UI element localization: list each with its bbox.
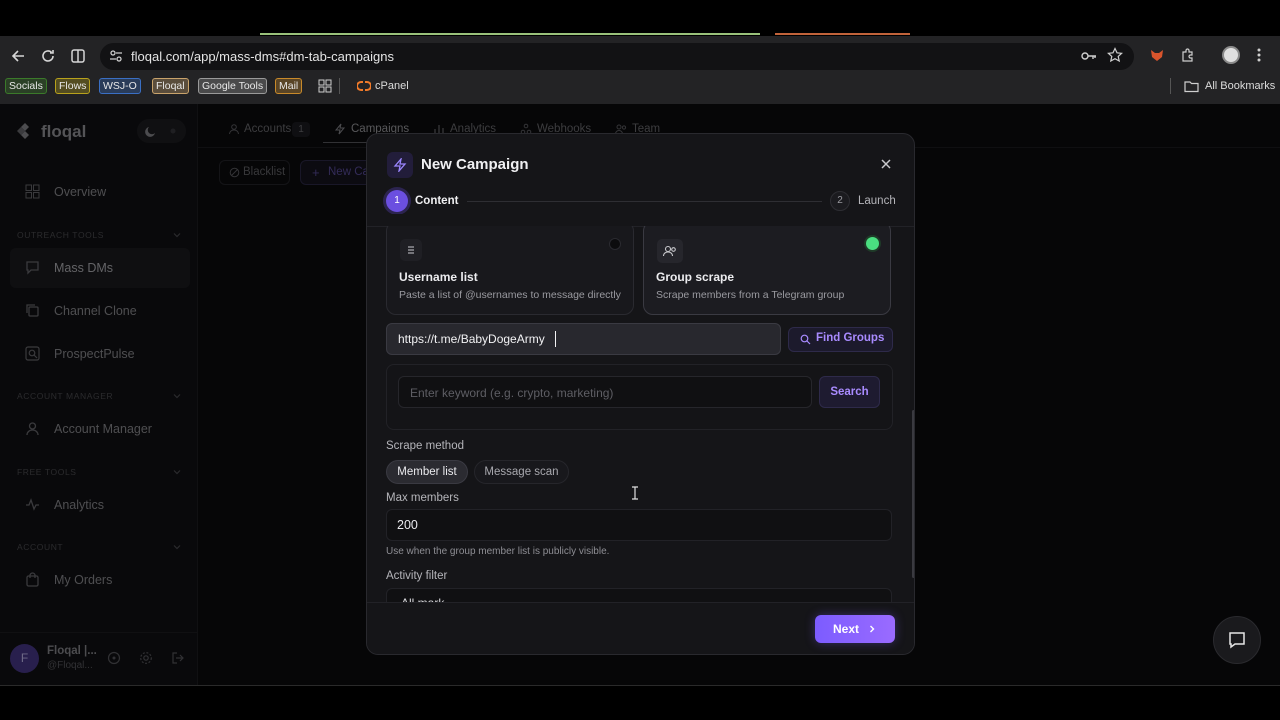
bookmark-socials[interactable]: Socials [5, 78, 47, 94]
next-label: Next [833, 622, 860, 636]
group-scrape-selected-indicator[interactable] [866, 237, 879, 250]
max-members-value: 200 [397, 518, 418, 532]
cpanel-icon [357, 80, 371, 92]
bookmark-separator-right [1170, 78, 1171, 94]
keyword-placeholder: Enter keyword (e.g. crypto, marketing) [410, 386, 614, 400]
reload-icon[interactable] [38, 46, 58, 66]
username-card-desc: Paste a list of @usernames to message di… [399, 289, 621, 301]
text-cursor [555, 331, 556, 347]
menu-kebab-icon[interactable] [1255, 46, 1263, 64]
group-card-title: Group scrape [656, 270, 735, 284]
step-1-indicator: 1 [386, 190, 408, 212]
bookmark-separator [339, 78, 340, 94]
step-1-label: Content [415, 195, 459, 207]
list-icon [400, 239, 422, 261]
bookmark-cpanel[interactable]: cPanel [375, 80, 409, 92]
chat-icon [1227, 630, 1247, 650]
extensions-puzzle-icon[interactable] [1180, 47, 1196, 63]
header-mask [367, 214, 914, 226]
site-info-icon[interactable] [108, 48, 124, 64]
bookmark-mail[interactable]: Mail [275, 78, 303, 94]
username-card-title: Username list [399, 270, 478, 284]
url-text: floqal.com/app/mass-dms#dm-tab-campaigns [131, 49, 394, 64]
find-groups-label: Find Groups [816, 332, 885, 344]
close-icon[interactable] [879, 157, 893, 171]
modal-title: New Campaign [421, 156, 529, 173]
max-members-label: Max members [386, 492, 459, 504]
bookmark-star-icon[interactable] [1107, 47, 1123, 63]
step-2-label: Launch [858, 195, 896, 207]
stepper-line [467, 201, 822, 202]
scrape-method-label: Scrape method [386, 440, 464, 452]
bookmark-wsj-o[interactable]: WSJ-O [99, 78, 141, 94]
bottom-letterbox [0, 685, 1280, 720]
lightning-icon [393, 158, 407, 172]
step-2-indicator: 2 [830, 191, 850, 211]
group-link-value: https://t.me/BabyDogeArmy [398, 332, 545, 346]
search-icon [800, 334, 811, 345]
profile-avatar-icon[interactable] [1222, 46, 1240, 64]
new-campaign-modal: New Campaign 1 Content 2 Launch Username… [366, 133, 915, 655]
bookmark-google-tools[interactable]: Google Tools [198, 78, 268, 94]
max-members-input[interactable] [386, 509, 892, 541]
password-key-icon[interactable] [1080, 48, 1098, 64]
mouse-text-cursor-icon [631, 486, 639, 500]
modal-scrollbar[interactable] [912, 410, 914, 578]
search-button[interactable]: Search [819, 376, 880, 408]
all-bookmarks[interactable]: All Bookmarks [1205, 80, 1275, 92]
chevron-right-icon [867, 624, 877, 634]
bookmark-floqal[interactable]: Floqal [152, 78, 189, 94]
bookmark-flows[interactable]: Flows [55, 78, 91, 94]
folder-icon [1184, 80, 1199, 93]
scrape-method-message-scan[interactable]: Message scan [474, 460, 569, 484]
max-members-hint: Use when the group member list is public… [386, 546, 610, 557]
back-icon[interactable] [9, 46, 29, 66]
activity-filter-label: Activity filter [386, 570, 448, 582]
scrape-method-member-list[interactable]: Member list [386, 460, 468, 484]
browser-top-strip [0, 0, 1280, 36]
split-view-icon[interactable] [68, 46, 88, 66]
extension-fox-icon[interactable] [1149, 47, 1165, 63]
username-radio[interactable] [609, 238, 621, 250]
modal-footer: Next [367, 602, 914, 654]
users-icon [657, 239, 683, 263]
group-card-desc: Scrape members from a Telegram group [656, 289, 845, 301]
apps-grid-icon[interactable] [318, 79, 332, 93]
